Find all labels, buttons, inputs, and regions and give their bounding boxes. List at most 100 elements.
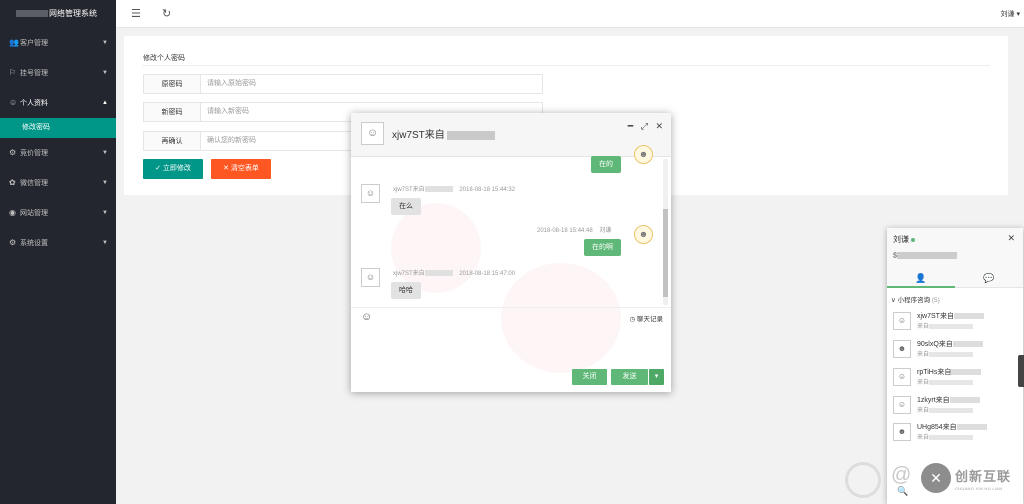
- person-icon: ☺: [9, 98, 18, 107]
- contact-group-header[interactable]: ∨ 小程序咨询 (5): [891, 294, 940, 304]
- contact-item[interactable]: ☻ 90slxQ来自 来自: [893, 338, 1019, 362]
- flag-icon: ⚐: [9, 68, 17, 77]
- menu-toggle-icon[interactable]: ☰: [131, 7, 141, 20]
- chevron-up-icon: ▲: [102, 100, 108, 106]
- sidebar-item-website[interactable]: ◉ 网站管理 ▼: [0, 198, 116, 228]
- brand-name: 创新互联: [955, 469, 1012, 484]
- my-avatar: ☻: [634, 145, 653, 164]
- refresh-icon[interactable]: ↻: [162, 7, 171, 20]
- redacted-block: [424, 186, 453, 193]
- message-bubble: 在么: [391, 198, 421, 215]
- contact-avatar: ☻: [893, 423, 911, 441]
- panel-header: 刘谦 ✕ $: [887, 228, 1023, 268]
- brand-subtext: CHUANG XIN HU LIAN: [955, 486, 1003, 491]
- message-meta: xjw7ST来自 2018-08-18 15:44:32: [393, 186, 516, 193]
- close-chat-button[interactable]: 关闭: [572, 369, 607, 385]
- tab-chats[interactable]: 💬: [955, 268, 1023, 288]
- my-avatar: ☻: [634, 225, 653, 244]
- close-icon: ✕: [223, 165, 229, 172]
- page-title: 修改个人密码: [143, 55, 185, 62]
- submit-button[interactable]: ✓ 立即修改: [143, 159, 203, 179]
- contact-avatar[interactable]: ☺: [361, 122, 384, 145]
- redacted-block: [953, 313, 984, 320]
- side-drawer-handle[interactable]: [1018, 355, 1024, 387]
- user-menu[interactable]: 刘谦 ▾: [1001, 9, 1020, 19]
- panel-tabs: 👤 💬: [887, 268, 1023, 288]
- message-input[interactable]: [351, 327, 671, 365]
- online-status-dot: [911, 237, 915, 242]
- contact-item[interactable]: ☺ xjw7ST来自 来自: [893, 310, 1019, 334]
- sidebar-item-wechat[interactable]: ✿ 微信管理 ▼: [0, 168, 116, 198]
- chat-contact-name: xjw7ST来自: [392, 126, 495, 141]
- redacted-block: [929, 379, 974, 385]
- redacted-block: [929, 434, 974, 440]
- gear-icon: ⚙: [9, 238, 17, 247]
- chevron-down-icon: ▼: [102, 40, 108, 46]
- close-icon[interactable]: ✕: [655, 121, 663, 131]
- top-header: ☰ ↻ 刘谦 ▾: [116, 0, 1024, 28]
- sidebar-item-customers[interactable]: 👥客户管理 ▼: [0, 28, 116, 58]
- redacted-block: [929, 351, 974, 357]
- message-meta: 2018-08-18 15:44:48 刘谦: [537, 228, 612, 234]
- app-logo[interactable]: 网络管理系统: [0, 0, 116, 28]
- old-password-input[interactable]: 请输入原始密码: [201, 74, 543, 94]
- chevron-down-icon: ▼: [102, 240, 108, 246]
- old-password-label: 原密码: [143, 74, 201, 94]
- minimize-icon[interactable]: ━: [628, 121, 633, 131]
- contact-avatar: ☻: [893, 340, 911, 358]
- contact-item[interactable]: ☻ UHg854来自 来自: [893, 421, 1019, 445]
- chevron-down-icon: ▼: [102, 180, 108, 186]
- brand-logo-icon: ✕: [921, 463, 951, 493]
- sidebar-subitem-change-password[interactable]: 修改密码: [0, 118, 116, 138]
- redacted-block: [896, 252, 957, 259]
- contact-avatar: ☺: [893, 368, 911, 386]
- message-meta: xjw7ST来自 2018-08-18 15:47:00: [393, 270, 516, 277]
- clock-icon: ◷: [629, 316, 636, 323]
- sidebar: 网络管理系统 👥客户管理 ▼ ⚐ 挂号管理 ▼ ☺ 个人资料 ▲ 修改密码 ⚙ 竞价管理 ▼ …: [0, 0, 116, 504]
- contact-item[interactable]: ☺ 1zkyrt来自 来自: [893, 394, 1019, 418]
- tab-friends[interactable]: 👤: [887, 268, 955, 288]
- sidebar-item-bidding[interactable]: ⚙ 竞价管理 ▼: [0, 138, 116, 168]
- panel-user-name: 刘谦: [893, 234, 915, 245]
- globe-icon: ◉: [9, 208, 16, 217]
- sidebar-item-registration[interactable]: ⚐ 挂号管理 ▼: [0, 58, 116, 88]
- sidebar-item-system-settings[interactable]: ⚙ 系统设置 ▼: [0, 228, 116, 258]
- chat-window: ☺ xjw7ST来自 ━ ⤢ ✕ 在的 ☻ ☺ xjw7ST来自 2018-08…: [351, 113, 671, 392]
- contact-avatar: ☺: [361, 184, 380, 203]
- close-icon[interactable]: ✕: [1007, 233, 1015, 244]
- chat-history-button[interactable]: ◷ 聊天记录: [630, 313, 663, 323]
- send-options-dropdown[interactable]: ▾: [649, 369, 664, 385]
- contact-avatar: ☺: [361, 268, 380, 287]
- divider: [142, 65, 990, 66]
- send-button[interactable]: 发送: [611, 369, 648, 385]
- maximize-icon[interactable]: ⤢: [641, 121, 648, 131]
- chevron-down-icon: ▼: [102, 70, 108, 76]
- chevron-down-icon: ▾: [1016, 11, 1020, 18]
- message-bubble: 在的: [591, 156, 621, 173]
- chat-toolbar: ☺ ◷ 聊天记录: [351, 307, 671, 327]
- users-icon: 👥: [9, 38, 19, 47]
- weibo-logo: [845, 462, 881, 498]
- redacted-block: [956, 424, 987, 431]
- chevron-down-icon: ▼: [102, 150, 108, 156]
- scrollbar[interactable]: [663, 159, 668, 305]
- chat-header[interactable]: ☺ xjw7ST来自 ━ ⤢ ✕: [351, 113, 671, 157]
- settings-icon: ⚙: [9, 148, 17, 157]
- message-bubble: 在的啊: [584, 239, 621, 256]
- redacted-block: [446, 130, 495, 140]
- message-list[interactable]: 在的 ☻ ☺ xjw7ST来自 2018-08-18 15:44:32 在么 2…: [351, 145, 671, 307]
- clear-form-button[interactable]: ✕ 清空表单: [211, 159, 271, 179]
- scrollbar-thumb[interactable]: [663, 209, 668, 297]
- chevron-down-icon: ∨: [891, 297, 896, 304]
- contact-item[interactable]: ☺ rpTiHs来自 来自: [893, 366, 1019, 390]
- wechat-icon: ✿: [9, 178, 16, 187]
- chat-bubble-icon: 💬: [983, 273, 995, 283]
- emoji-icon[interactable]: ☺: [361, 311, 372, 323]
- chevron-down-icon: ▼: [102, 210, 108, 216]
- redacted-block: [929, 323, 974, 329]
- redacted-block: [951, 369, 982, 376]
- check-icon: ✓: [155, 165, 161, 172]
- sidebar-item-profile[interactable]: ☺ 个人资料 ▲: [0, 88, 116, 118]
- redacted-block: [16, 10, 48, 18]
- redacted-block: [949, 397, 980, 404]
